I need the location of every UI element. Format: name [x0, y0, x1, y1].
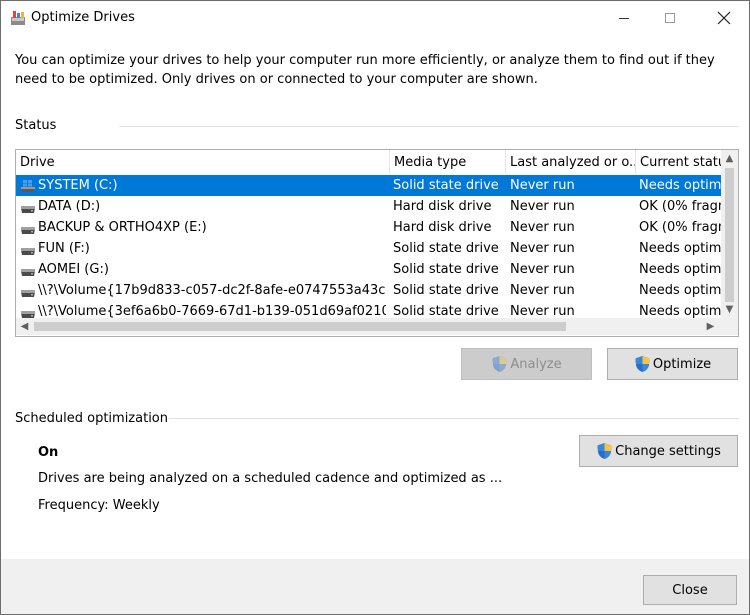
- analyze-label: Analyze: [510, 356, 562, 372]
- column-header-drive[interactable]: Drive: [16, 150, 390, 174]
- drive-current-status: Needs optimization: [639, 241, 721, 256]
- horizontal-scrollbar[interactable]: ◀ ▶: [16, 318, 721, 335]
- drive-name: AOMEI (G:): [38, 262, 109, 277]
- optimize-drives-window: Optimize Drives You can optimize your dr…: [0, 0, 750, 615]
- drive-icon: [21, 269, 35, 276]
- drive-name: SYSTEM (C:): [38, 178, 118, 193]
- drive-name: DATA (D:): [38, 199, 101, 214]
- dialog-footer: Close: [1, 559, 749, 614]
- drive-row[interactable]: AOMEI (G:) Solid state drive Never run N…: [16, 259, 721, 280]
- scroll-right-icon[interactable]: ▶: [702, 318, 719, 335]
- change-settings-label: Change settings: [615, 443, 721, 459]
- scheduled-separator: [169, 418, 739, 419]
- minimize-button[interactable]: [601, 1, 647, 34]
- drive-icon: [21, 227, 35, 234]
- scroll-left-icon[interactable]: ◀: [16, 318, 33, 335]
- schedule-description: Drives are being analyzed on a scheduled…: [38, 471, 503, 486]
- drive-current-status: OK (0% fragmented): [639, 199, 721, 214]
- drive-last-analyzed: Never run: [510, 220, 575, 235]
- schedule-state: On: [38, 445, 59, 460]
- column-header-media-type[interactable]: Media type: [390, 150, 506, 174]
- status-separator: [119, 126, 739, 127]
- drive-icon: [21, 311, 35, 318]
- column-header-last-analyzed[interactable]: Last analyzed or o...: [506, 150, 636, 174]
- drive-last-analyzed: Never run: [510, 283, 575, 298]
- vertical-scrollbar[interactable]: ▲ ▼: [721, 150, 738, 318]
- windows-drive-icon: [21, 180, 35, 192]
- change-settings-button[interactable]: Change settings: [579, 435, 738, 467]
- scheduled-optimization-label: Scheduled optimization: [15, 411, 169, 426]
- vertical-scroll-thumb[interactable]: [725, 168, 734, 302]
- close-window-button[interactable]: [701, 1, 747, 34]
- optimize-label: Optimize: [652, 356, 712, 372]
- drive-current-status: OK (0% fragmented): [639, 220, 721, 235]
- drive-row[interactable]: \\?\Volume{17b9d833-c057-dc2f-8afe-e0747…: [16, 280, 721, 301]
- list-header: Drive Media type Last analyzed or o... C…: [16, 150, 721, 174]
- drive-media-type: Hard disk drive: [393, 199, 492, 214]
- drive-media-type: Hard disk drive: [393, 220, 492, 235]
- close-icon: [717, 11, 731, 24]
- drive-last-analyzed: Never run: [510, 262, 575, 277]
- status-label: Status: [15, 118, 57, 133]
- drive-icon: [21, 248, 35, 255]
- drive-media-type: Solid state drive: [393, 178, 499, 193]
- drive-current-status: Needs optimization: [639, 262, 721, 277]
- drive-name: BACKUP & ORTHO4XP (E:): [38, 220, 207, 235]
- maximize-button[interactable]: [647, 1, 693, 34]
- schedule-frequency: Frequency: Weekly: [38, 498, 160, 513]
- drive-last-analyzed: Never run: [510, 178, 575, 193]
- window-title: Optimize Drives: [31, 10, 135, 25]
- drives-list[interactable]: Drive Media type Last analyzed or o... C…: [15, 149, 739, 337]
- uac-shield-icon: [492, 356, 507, 372]
- drive-media-type: Solid state drive: [393, 262, 499, 277]
- drive-media-type: Solid state drive: [393, 283, 499, 298]
- column-header-current-status[interactable]: Current status: [636, 150, 721, 174]
- drive-current-status: Needs optimization: [639, 283, 721, 298]
- uac-shield-icon: [635, 356, 650, 372]
- drive-row[interactable]: SYSTEM (C:) Solid state drive Never run …: [16, 175, 721, 196]
- drive-row[interactable]: FUN (F:) Solid state drive Never run Nee…: [16, 238, 721, 259]
- drive-name: \\?\Volume{17b9d833-c057-dc2f-8afe-e0747…: [38, 283, 386, 298]
- minimize-icon: [619, 17, 629, 19]
- close-button[interactable]: Close: [643, 575, 737, 605]
- horizontal-scroll-thumb[interactable]: [34, 322, 566, 331]
- drive-icon: [21, 290, 35, 297]
- drive-name: FUN (F:): [38, 241, 90, 256]
- optimize-button[interactable]: Optimize: [607, 348, 738, 380]
- drive-current-status: Needs optimization: [639, 178, 721, 193]
- drive-row[interactable]: BACKUP & ORTHO4XP (E:) Hard disk drive N…: [16, 217, 721, 238]
- maximize-icon: [665, 12, 675, 23]
- drive-last-analyzed: Never run: [510, 199, 575, 214]
- description-text: You can optimize your drives to help you…: [15, 53, 715, 87]
- drive-row[interactable]: DATA (D:) Hard disk drive Never run OK (…: [16, 196, 721, 217]
- drive-media-type: Solid state drive: [393, 241, 499, 256]
- scroll-down-icon[interactable]: ▼: [721, 301, 738, 318]
- analyze-button[interactable]: Analyze: [461, 348, 592, 380]
- title-bar: Optimize Drives: [1, 1, 749, 35]
- uac-shield-icon: [597, 443, 612, 459]
- scrollbar-corner: [721, 318, 738, 335]
- drive-last-analyzed: Never run: [510, 241, 575, 256]
- drive-icon: [21, 206, 35, 213]
- optimize-drives-app-icon: [11, 11, 25, 25]
- scroll-up-icon[interactable]: ▲: [721, 150, 738, 167]
